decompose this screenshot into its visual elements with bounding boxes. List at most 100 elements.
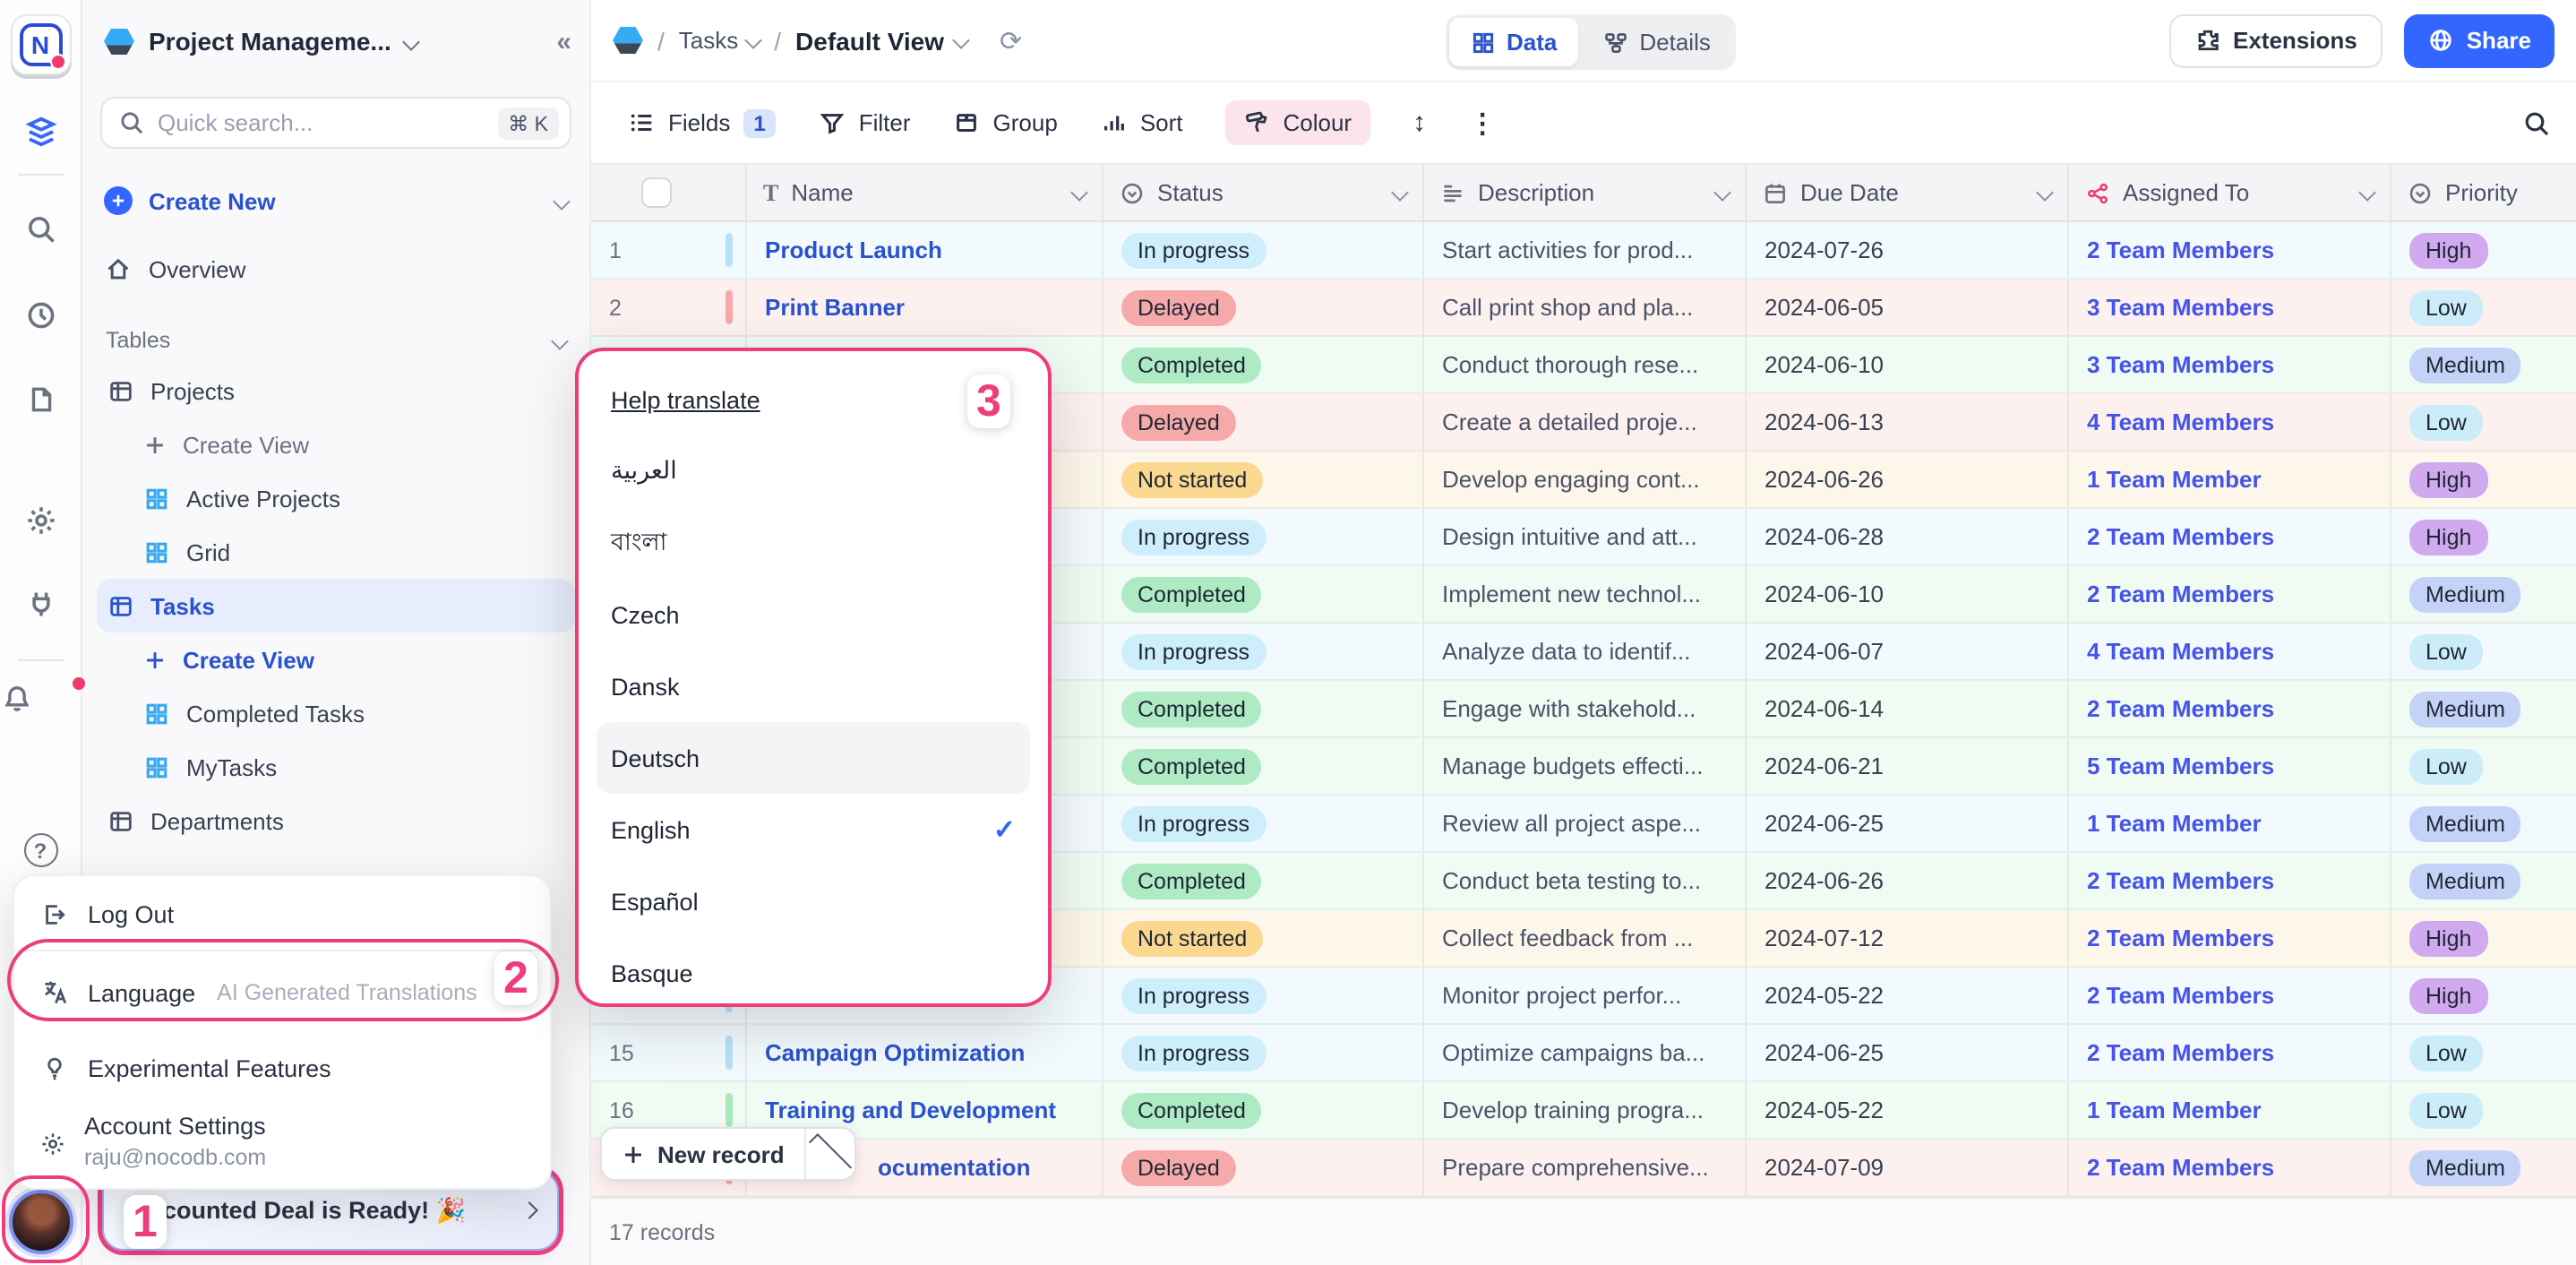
priority-cell[interactable]: Medium [2391, 337, 2576, 392]
tables-section-header[interactable]: Tables [82, 317, 589, 364]
column-header-description[interactable]: Description [1424, 165, 1747, 220]
description-cell[interactable]: Review all project aspe... [1424, 796, 1747, 851]
priority-cell[interactable]: Low [2391, 394, 2576, 450]
priority-cell[interactable]: High [2391, 968, 2576, 1023]
language-option-deutsch[interactable]: Deutsch [597, 722, 1030, 794]
select-all-checkbox[interactable] [641, 177, 672, 208]
assigned-to-cell[interactable]: 3 Team Members [2069, 280, 2391, 335]
priority-cell[interactable]: Medium [2391, 566, 2576, 622]
name-cell[interactable]: Campaign Optimization [747, 1025, 1103, 1080]
due-date-cell[interactable]: 2024-06-21 [1747, 738, 2069, 794]
status-cell[interactable]: Not started [1103, 910, 1424, 966]
record-link[interactable]: Product Launch [765, 237, 942, 263]
language-option-español[interactable]: Español [597, 865, 1030, 937]
priority-cell[interactable]: Medium [2391, 796, 2576, 851]
due-date-cell[interactable]: 2024-06-26 [1747, 853, 2069, 908]
sidebar-item-grid[interactable]: Grid [97, 525, 575, 579]
row-number-cell[interactable]: 2 [591, 280, 747, 335]
assigned-to-cell[interactable]: 2 Team Members [2069, 222, 2391, 278]
due-date-cell[interactable]: 2024-06-13 [1747, 394, 2069, 450]
description-cell[interactable]: Optimize campaigns ba... [1424, 1025, 1747, 1080]
assigned-to-cell[interactable]: 2 Team Members [2069, 910, 2391, 966]
menu-item-account-settings[interactable]: Account Settings raju@nocodb.com [14, 1098, 550, 1174]
status-cell[interactable]: In progress [1103, 1025, 1424, 1080]
due-date-cell[interactable]: 2024-07-12 [1747, 910, 2069, 966]
status-cell[interactable]: Not started [1103, 452, 1424, 507]
status-cell[interactable]: In progress [1103, 624, 1424, 679]
help-translate-link[interactable]: Help translate [597, 373, 1030, 435]
name-cell[interactable]: Print Banner [747, 280, 1103, 335]
status-cell[interactable]: Completed [1103, 681, 1424, 736]
priority-cell[interactable]: High [2391, 910, 2576, 966]
assigned-to-cell[interactable]: 1 Team Member [2069, 452, 2391, 507]
priority-cell[interactable]: High [2391, 509, 2576, 564]
status-cell[interactable]: Completed [1103, 853, 1424, 908]
nocodb-logo[interactable]: N [10, 14, 71, 75]
column-header-status[interactable]: Status [1103, 165, 1424, 220]
notifications-icon[interactable] [0, 683, 81, 715]
status-cell[interactable]: Completed [1103, 566, 1424, 622]
description-cell[interactable]: Analyze data to identif... [1424, 624, 1747, 679]
table-search-icon[interactable] [2522, 108, 2551, 137]
workspace-switcher[interactable]: Project Manageme... « [82, 0, 589, 82]
base-icon[interactable] [613, 27, 643, 54]
description-cell[interactable]: Design intuitive and att... [1424, 509, 1747, 564]
language-option-english[interactable]: English✓ [597, 794, 1030, 865]
row-height-button[interactable]: ↕ [1413, 108, 1426, 138]
priority-cell[interactable]: High [2391, 222, 2576, 278]
assigned-to-cell[interactable]: 2 Team Members [2069, 681, 2391, 736]
rail-search-icon[interactable] [24, 213, 56, 245]
recent-icon[interactable] [24, 299, 56, 331]
extensions-button[interactable]: Extensions [2168, 13, 2383, 67]
assigned-to-cell[interactable]: 3 Team Members [2069, 337, 2391, 392]
description-cell[interactable]: Start activities for prod... [1424, 222, 1747, 278]
column-header-name[interactable]: T Name [747, 165, 1103, 220]
refresh-icon[interactable]: ⟳ [1000, 24, 1022, 56]
status-cell[interactable]: In progress [1103, 509, 1424, 564]
settings-icon[interactable] [23, 503, 57, 538]
status-cell[interactable]: In progress [1103, 222, 1424, 278]
due-date-cell[interactable]: 2024-06-07 [1747, 624, 2069, 679]
column-header-assigned-to[interactable]: Assigned To [2069, 165, 2391, 220]
due-date-cell[interactable]: 2024-07-09 [1747, 1140, 2069, 1195]
share-button[interactable]: Share [2404, 13, 2555, 67]
status-cell[interactable]: Delayed [1103, 280, 1424, 335]
assigned-to-cell[interactable]: 2 Team Members [2069, 509, 2391, 564]
assigned-to-cell[interactable]: 2 Team Members [2069, 968, 2391, 1023]
sidebar-item-departments[interactable]: Departments [97, 794, 575, 848]
description-cell[interactable]: Call print shop and pla... [1424, 280, 1747, 335]
assigned-to-cell[interactable]: 1 Team Member [2069, 1082, 2391, 1138]
docs-icon[interactable] [25, 383, 56, 416]
integrations-icon[interactable] [24, 588, 56, 620]
description-cell[interactable]: Create a detailed proje... [1424, 394, 1747, 450]
new-record-expand-button[interactable] [806, 1148, 854, 1160]
description-cell[interactable]: Develop engaging cont... [1424, 452, 1747, 507]
due-date-cell[interactable]: 2024-06-05 [1747, 280, 2069, 335]
description-cell[interactable]: Prepare comprehensive... [1424, 1140, 1747, 1195]
new-record-button[interactable]: New record [600, 1127, 856, 1181]
priority-cell[interactable]: Medium [2391, 681, 2576, 736]
description-cell[interactable]: Manage budgets effecti... [1424, 738, 1747, 794]
row-number-cell[interactable]: 1 [591, 222, 747, 278]
language-option-basque[interactable]: Basque [597, 937, 1030, 1009]
bases-icon[interactable] [23, 115, 57, 149]
menu-item-logout[interactable]: Log Out [14, 885, 550, 944]
description-cell[interactable]: Monitor project perfor... [1424, 968, 1747, 1023]
due-date-cell[interactable]: 2024-05-22 [1747, 1082, 2069, 1138]
status-cell[interactable]: Completed [1103, 738, 1424, 794]
assigned-to-cell[interactable]: 2 Team Members [2069, 853, 2391, 908]
due-date-cell[interactable]: 2024-07-26 [1747, 222, 2069, 278]
priority-cell[interactable]: Low [2391, 624, 2576, 679]
due-date-cell[interactable]: 2024-06-25 [1747, 1025, 2069, 1080]
breadcrumb-table[interactable]: Tasks [679, 27, 760, 54]
due-date-cell[interactable]: 2024-06-26 [1747, 452, 2069, 507]
assigned-to-cell[interactable]: 2 Team Members [2069, 1025, 2391, 1080]
sidebar-item-tasks[interactable]: Tasks [97, 579, 575, 632]
priority-cell[interactable]: Medium [2391, 1140, 2576, 1195]
tab-data[interactable]: Data [1449, 18, 1578, 66]
due-date-cell[interactable]: 2024-06-25 [1747, 796, 2069, 851]
description-cell[interactable]: Conduct beta testing to... [1424, 853, 1747, 908]
group-button[interactable]: Group [954, 109, 1058, 136]
status-cell[interactable]: In progress [1103, 968, 1424, 1023]
menu-item-experimental[interactable]: Experimental Features [14, 1039, 550, 1098]
